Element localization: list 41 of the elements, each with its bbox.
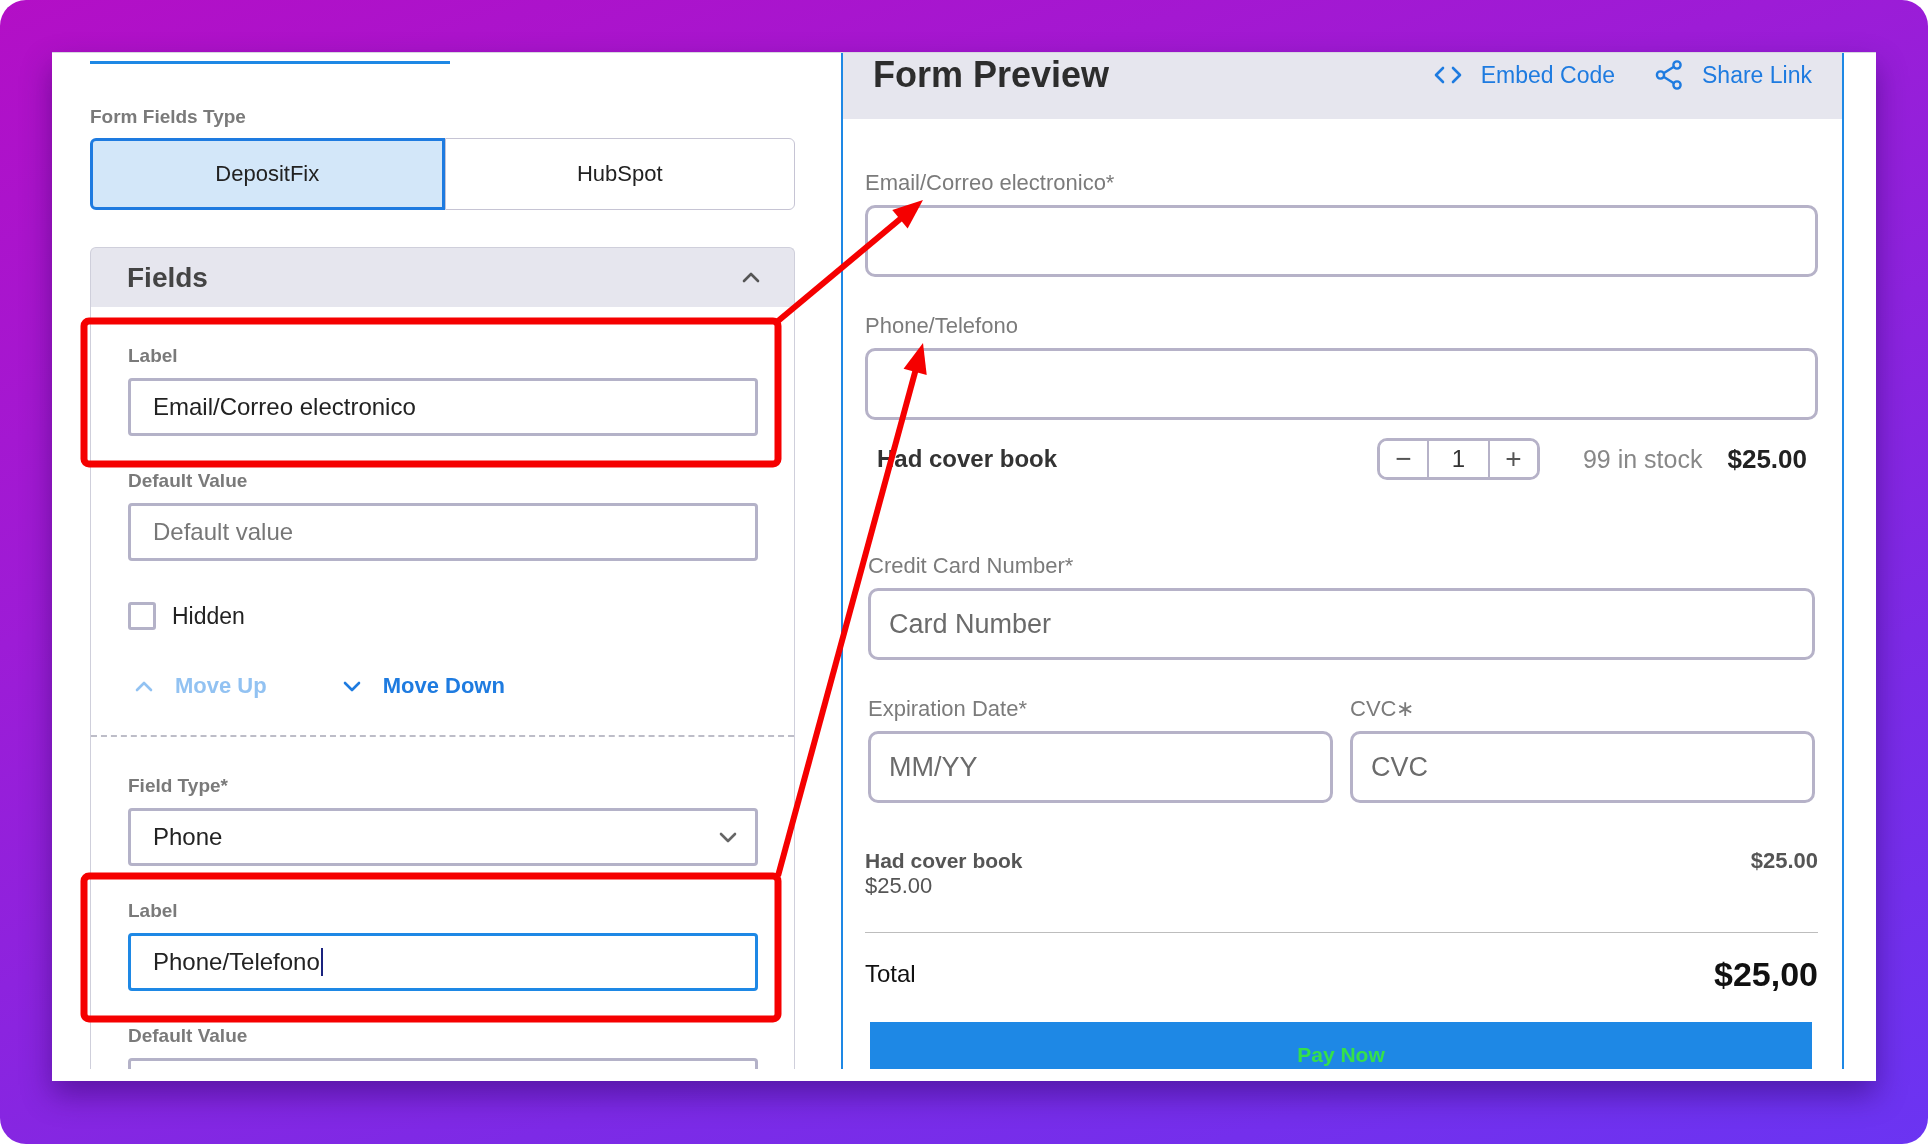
- move-down-button[interactable]: Move Down: [342, 673, 505, 699]
- field-caption: Label: [128, 900, 179, 922]
- text-field[interactable]: Email/Correo electronico: [128, 378, 758, 436]
- section-caption: Form Fields Type: [90, 106, 247, 128]
- segment-tab[interactable]: DepositFix: [90, 138, 445, 210]
- field-caption: Credit Card Number*: [868, 554, 1075, 578]
- segment-tab[interactable]: HubSpot: [444, 138, 795, 210]
- text-field[interactable]: Default value: [128, 503, 758, 561]
- chevron-down-icon: [719, 831, 737, 843]
- field-caption: Default Value: [128, 1025, 249, 1047]
- checkbox-label: Hidden: [172, 602, 245, 630]
- share-icon: [1655, 60, 1684, 90]
- summary-item-price: $25.00: [865, 873, 934, 899]
- summary-item-name: Had cover book: [865, 849, 1023, 873]
- summary-item-amount: $25.00: [1750, 849, 1818, 873]
- text-field[interactable]: Phone/Telefono: [128, 933, 758, 991]
- text-field[interactable]: MM/YY: [868, 731, 1333, 803]
- panel-title: Form Preview: [873, 53, 1110, 97]
- text-field[interactable]: CVC: [1350, 731, 1815, 803]
- product-price: $25.00: [1727, 443, 1807, 475]
- select-field[interactable]: Phone: [128, 808, 758, 866]
- section-header[interactable]: Fields: [90, 247, 795, 307]
- stock-count: 99 in stock: [1582, 444, 1703, 474]
- total-amount: $25,00: [1714, 954, 1818, 994]
- chevron-down-icon: [342, 680, 361, 692]
- field-caption: Label: [128, 345, 179, 367]
- card-number-field[interactable]: Card Number: [868, 588, 1815, 660]
- code-icon: [1433, 66, 1462, 84]
- field-caption: Phone/Telefono: [865, 314, 1019, 338]
- field-caption: CVC∗: [1350, 697, 1416, 721]
- field-caption: Email/Correo electronico*: [865, 171, 1116, 195]
- field-caption: Expiration Date*: [868, 697, 1028, 721]
- chevron-up-icon: [135, 680, 153, 692]
- field-caption: Default Value: [128, 470, 249, 492]
- checkbox[interactable]: [128, 602, 156, 630]
- total-label: Total: [865, 960, 916, 988]
- text-field[interactable]: [128, 1058, 758, 1069]
- text-field[interactable]: [865, 348, 1818, 420]
- field-caption: Field Type*: [128, 775, 229, 797]
- text-field[interactable]: [865, 205, 1818, 277]
- text-cursor-icon: [320, 948, 323, 976]
